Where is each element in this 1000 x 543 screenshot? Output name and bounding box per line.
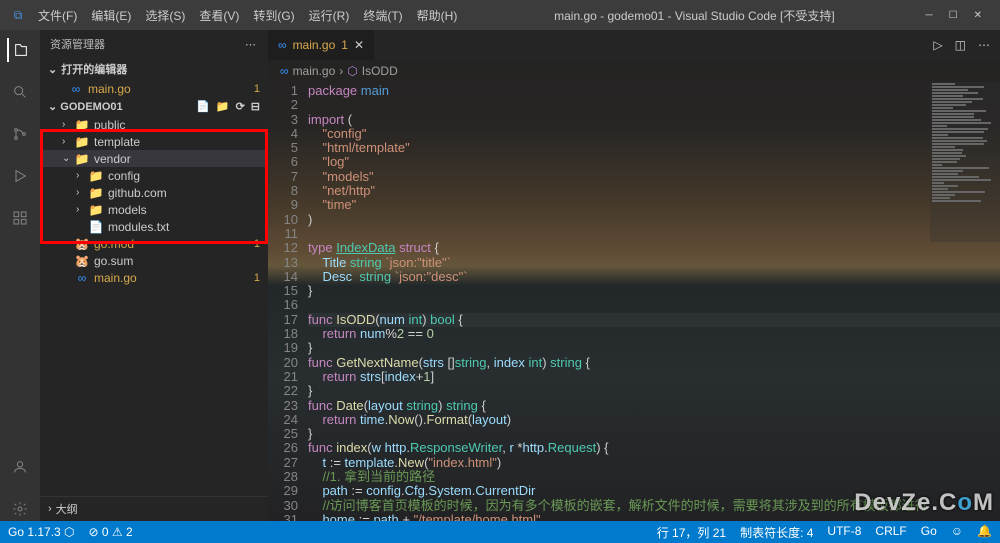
chevron-right-icon: › bbox=[62, 136, 74, 147]
blank bbox=[62, 255, 74, 266]
tab-main-go[interactable]: ∞ main.go 1 ✕ bbox=[268, 30, 375, 60]
blank bbox=[62, 238, 74, 249]
settings-gear-icon[interactable] bbox=[8, 497, 32, 521]
chevron-right-icon: › bbox=[76, 204, 88, 215]
split-editor-icon[interactable]: ◫ bbox=[955, 38, 966, 52]
tree-item[interactable]: ›📁config bbox=[40, 167, 268, 184]
file-icon: 📁 bbox=[88, 186, 104, 200]
chevron-right-icon: › bbox=[76, 187, 88, 198]
chevron-right-icon: › bbox=[339, 64, 343, 78]
source-control-icon[interactable] bbox=[8, 122, 32, 146]
menu-item[interactable]: 转到(G) bbox=[247, 3, 300, 28]
vscode-logo-icon: ⧉ bbox=[4, 8, 32, 23]
open-editors-section[interactable]: ⌄ 打开的编辑器 bbox=[40, 58, 268, 80]
run-icon[interactable]: ▷ bbox=[933, 38, 942, 52]
status-tab-size[interactable]: 制表符长度: 4 bbox=[740, 524, 813, 541]
close-button[interactable]: ✕ bbox=[974, 10, 982, 21]
chevron-down-icon: ⌄ bbox=[48, 101, 57, 113]
new-folder-icon[interactable]: 📁 bbox=[216, 100, 230, 113]
status-cursor-position[interactable]: 行 17，列 21 bbox=[657, 524, 726, 541]
tree-item[interactable]: ›📁github.com bbox=[40, 184, 268, 201]
status-bell-icon[interactable]: 🔔 bbox=[977, 524, 992, 541]
minimap[interactable] bbox=[930, 82, 1000, 242]
window-title: main.go - godemo01 - Visual Studio Code … bbox=[463, 7, 925, 24]
project-section[interactable]: ⌄ GODEMO01 📄 📁 ⟳ ⊟ bbox=[40, 97, 268, 116]
menu-item[interactable]: 终端(T) bbox=[357, 3, 408, 28]
breadcrumb[interactable]: ∞ main.go › ⬡ IsODD bbox=[268, 60, 1000, 82]
minimize-button[interactable]: ─ bbox=[926, 10, 933, 21]
sidebar-explorer: 资源管理器 ⋯ ⌄ 打开的编辑器 ∞ main.go 1 ⌄ GODEMO01 … bbox=[40, 30, 268, 521]
tree-item[interactable]: 🐹go.mod1 bbox=[40, 235, 268, 252]
file-icon: 📄 bbox=[88, 220, 104, 234]
titlebar: ⧉ 文件(F)编辑(E)选择(S)查看(V)转到(G)运行(R)终端(T)帮助(… bbox=[0, 0, 1000, 30]
code-lines[interactable]: package mainimport ( "config" "html/temp… bbox=[308, 82, 1000, 521]
file-icon: 🐹 bbox=[74, 254, 90, 268]
tab-close-icon[interactable]: ✕ bbox=[354, 38, 364, 52]
file-icon: 🐹 bbox=[74, 237, 90, 251]
chevron-down-icon: ⌄ bbox=[48, 63, 57, 76]
file-icon: 📁 bbox=[88, 203, 104, 217]
chevron-right-icon: › bbox=[76, 170, 88, 181]
watermark: DevZe.CoM bbox=[854, 489, 994, 517]
status-problems[interactable]: ⊘ 0 ⚠ 2 bbox=[89, 525, 133, 539]
menu-item[interactable]: 运行(R) bbox=[303, 3, 356, 28]
go-file-icon: ∞ bbox=[280, 64, 289, 78]
line-numbers: 1234567891011121314151617181920212223242… bbox=[268, 82, 308, 521]
tree-item[interactable]: 📄modules.txt bbox=[40, 218, 268, 235]
tree-item[interactable]: 🐹go.sum bbox=[40, 252, 268, 269]
file-icon: 📁 bbox=[74, 135, 90, 149]
file-tree: ›📁public›📁template⌄📁vendor›📁config›📁gith… bbox=[40, 116, 268, 496]
refresh-icon[interactable]: ⟳ bbox=[236, 100, 245, 113]
tree-item[interactable]: ∞main.go1 bbox=[40, 269, 268, 286]
symbol-function-icon: ⬡ bbox=[347, 64, 357, 78]
menu-item[interactable]: 帮助(H) bbox=[411, 3, 464, 28]
file-icon: 📁 bbox=[74, 118, 90, 132]
outline-section[interactable]: › 大纲 bbox=[40, 496, 268, 521]
menu-item[interactable]: 文件(F) bbox=[32, 3, 83, 28]
status-go-version[interactable]: Go 1.17.3 ⬡ bbox=[8, 525, 75, 539]
status-language[interactable]: Go bbox=[921, 524, 937, 541]
editor: ∞ main.go 1 ✕ ▷ ◫ ⋯ ∞ main.go › ⬡ IsODD … bbox=[268, 30, 1000, 521]
status-eol[interactable]: CRLF bbox=[875, 524, 906, 541]
menu-bar: 文件(F)编辑(E)选择(S)查看(V)转到(G)运行(R)终端(T)帮助(H) bbox=[32, 3, 463, 28]
code-area[interactable]: 1234567891011121314151617181920212223242… bbox=[268, 82, 1000, 521]
more-actions-icon[interactable]: ⋯ bbox=[978, 38, 990, 52]
tree-item[interactable]: ›📁public bbox=[40, 116, 268, 133]
explorer-title: 资源管理器 bbox=[50, 36, 105, 52]
window-controls: ─ ☐ ✕ bbox=[926, 10, 996, 21]
extensions-icon[interactable] bbox=[8, 206, 32, 230]
chevron-right-icon: › bbox=[62, 119, 74, 130]
run-debug-icon[interactable] bbox=[8, 164, 32, 188]
explorer-icon[interactable] bbox=[7, 38, 31, 62]
tree-item[interactable]: ⌄📁vendor bbox=[40, 150, 268, 167]
blank bbox=[76, 221, 88, 232]
tree-item[interactable]: ›📁models bbox=[40, 201, 268, 218]
chevron-down-icon: ⌄ bbox=[62, 153, 74, 164]
file-icon: 📁 bbox=[88, 169, 104, 183]
file-icon: ∞ bbox=[74, 271, 90, 285]
status-encoding[interactable]: UTF-8 bbox=[827, 524, 861, 541]
blank bbox=[62, 272, 74, 283]
explorer-more-icon[interactable]: ⋯ bbox=[245, 38, 258, 51]
tree-item[interactable]: ›📁template bbox=[40, 133, 268, 150]
go-file-icon: ∞ bbox=[278, 38, 287, 52]
collapse-icon[interactable]: ⊟ bbox=[251, 100, 260, 113]
menu-item[interactable]: 编辑(E) bbox=[85, 3, 137, 28]
status-bar: Go 1.17.3 ⬡ ⊘ 0 ⚠ 2 行 17，列 21 制表符长度: 4 U… bbox=[0, 521, 1000, 543]
open-editor-item[interactable]: ∞ main.go 1 bbox=[40, 80, 268, 97]
account-icon[interactable] bbox=[8, 455, 32, 479]
go-file-icon: ∞ bbox=[68, 82, 84, 96]
menu-item[interactable]: 查看(V) bbox=[193, 3, 245, 28]
maximize-button[interactable]: ☐ bbox=[949, 10, 958, 21]
new-file-icon[interactable]: 📄 bbox=[196, 100, 210, 113]
activity-bar bbox=[0, 30, 40, 521]
chevron-right-icon: › bbox=[48, 503, 52, 515]
menu-item[interactable]: 选择(S) bbox=[139, 3, 191, 28]
search-icon[interactable] bbox=[8, 80, 32, 104]
file-icon: 📁 bbox=[74, 152, 90, 166]
status-feedback-icon[interactable]: ☺ bbox=[951, 524, 963, 541]
editor-tabs: ∞ main.go 1 ✕ ▷ ◫ ⋯ bbox=[268, 30, 1000, 60]
